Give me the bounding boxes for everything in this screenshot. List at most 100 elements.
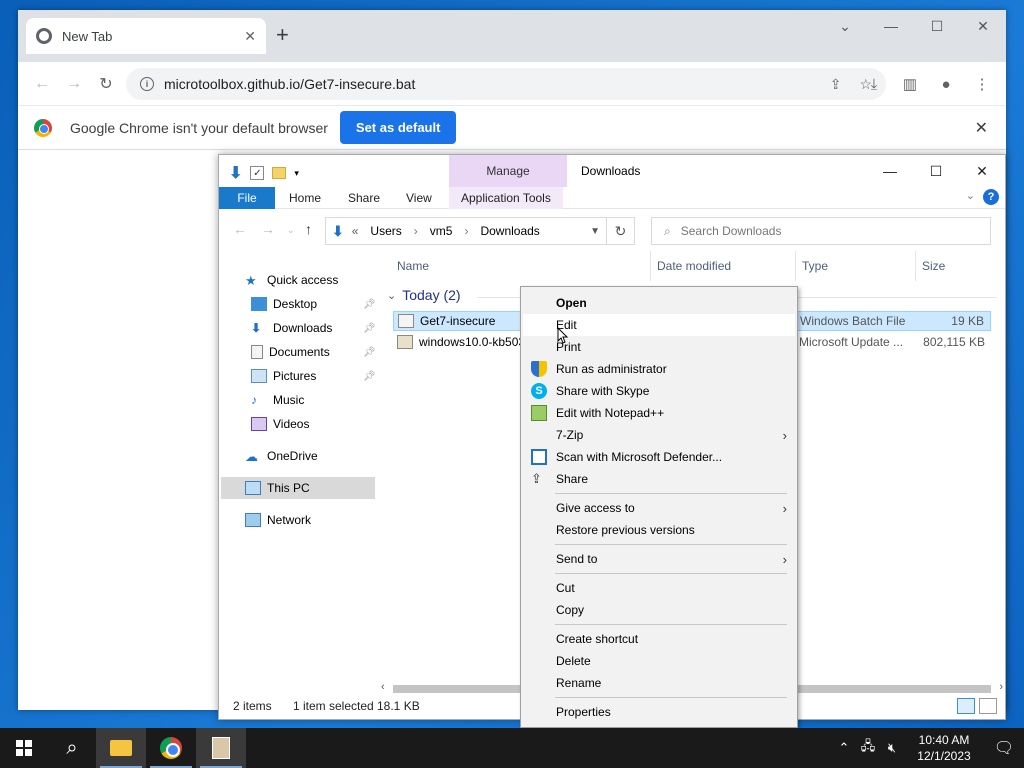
profile-avatar-icon[interactable]: ● bbox=[930, 68, 962, 100]
cloud-icon: ☁ bbox=[245, 449, 258, 464]
explorer-maximize-button[interactable]: ☐ bbox=[913, 155, 959, 187]
menu-create-shortcut[interactable]: Create shortcut bbox=[523, 628, 795, 650]
notifications-icon[interactable]: 🗨︎ bbox=[984, 738, 1024, 758]
column-separator[interactable] bbox=[795, 251, 796, 281]
nav-item-onedrive[interactable]: ☁ OneDrive bbox=[245, 445, 318, 467]
nav-item-downloads[interactable]: ⬇ Downloads 📌︎ bbox=[251, 317, 376, 339]
scroll-left-icon[interactable]: ‹ bbox=[381, 681, 385, 693]
menu-copy[interactable]: Copy bbox=[523, 599, 795, 621]
site-info-icon[interactable]: i bbox=[140, 77, 154, 91]
clock-date: 12/1/2023 bbox=[917, 749, 971, 763]
column-separator[interactable] bbox=[915, 251, 916, 281]
chrome-menu-icon[interactable]: ⋮ bbox=[966, 68, 998, 100]
menu-delete[interactable]: Delete bbox=[523, 650, 795, 672]
nav-item-this-pc[interactable]: This PC bbox=[245, 477, 310, 499]
menu-share[interactable]: ⇪ Share bbox=[523, 468, 795, 490]
network-status-icon[interactable]: 🖧︎ bbox=[856, 737, 880, 759]
breadcrumb-vm5[interactable]: vm5 bbox=[430, 224, 453, 238]
volume-muted-icon[interactable]: 🔇︎ bbox=[880, 740, 904, 756]
column-header-name[interactable]: Name bbox=[397, 259, 429, 273]
nav-item-documents[interactable]: Documents 📌︎ bbox=[251, 341, 376, 363]
new-folder-qat-icon[interactable] bbox=[272, 167, 287, 179]
side-panel-icon[interactable]: ▥ bbox=[894, 68, 926, 100]
forward-button[interactable]: → bbox=[58, 68, 90, 100]
breadcrumb-separator-icon[interactable]: › bbox=[464, 224, 468, 238]
expand-ribbon-chevron-icon[interactable]: ⌄ bbox=[966, 189, 975, 202]
menu-share-with-skype[interactable]: S Share with Skype bbox=[523, 380, 795, 402]
menu-run-as-administrator[interactable]: Run as administrator bbox=[523, 358, 795, 380]
column-header-type[interactable]: Type bbox=[802, 259, 828, 273]
column-separator[interactable] bbox=[650, 251, 651, 281]
menu-properties[interactable]: Properties bbox=[523, 701, 795, 723]
clock[interactable]: 10:40 AM 12/1/2023 bbox=[904, 732, 984, 764]
close-button[interactable]: ✕ bbox=[960, 10, 1006, 42]
breadcrumb-overflow[interactable]: « bbox=[352, 224, 359, 238]
taskbar-chrome[interactable] bbox=[146, 728, 196, 768]
help-icon[interactable]: ? bbox=[983, 189, 999, 205]
tab-search-chevron-icon[interactable]: ⌄ bbox=[822, 10, 868, 42]
explorer-forward-button[interactable]: → bbox=[261, 221, 275, 237]
nav-item-videos[interactable]: Videos bbox=[251, 413, 309, 435]
nav-item-quick-access[interactable]: ★ Quick access bbox=[245, 269, 338, 291]
explorer-close-button[interactable]: ✕ bbox=[959, 155, 1005, 187]
tab-file[interactable]: File bbox=[219, 187, 275, 209]
menu-give-access-to[interactable]: Give access to › bbox=[523, 497, 795, 519]
details-view-icon[interactable] bbox=[957, 698, 975, 714]
breadcrumb-separator-icon[interactable]: › bbox=[414, 224, 418, 238]
tab-share[interactable]: Share bbox=[348, 187, 380, 209]
menu-edit-with-notepadpp[interactable]: Edit with Notepad++ bbox=[523, 402, 795, 424]
recent-locations-chevron-icon[interactable]: ⌄ bbox=[287, 225, 295, 236]
properties-qat-icon[interactable]: ✓ bbox=[250, 166, 265, 180]
explorer-back-button[interactable]: ← bbox=[233, 221, 247, 237]
url-text[interactable]: microtoolbox.github.io/Get7-insecure.bat bbox=[164, 76, 830, 92]
address-dropdown-chevron-icon[interactable]: ▼ bbox=[590, 226, 600, 237]
explorer-address-bar[interactable]: ⬇ « Users › vm5 › Downloads ▼ bbox=[325, 217, 607, 245]
qat-dropdown-icon[interactable]: ▾ bbox=[294, 168, 299, 179]
nav-item-desktop[interactable]: Desktop 📌︎ bbox=[251, 293, 376, 315]
taskbar-file-explorer[interactable] bbox=[96, 728, 146, 768]
downloads-icon[interactable]: ⤓ bbox=[858, 68, 890, 100]
chrome-tab[interactable]: New Tab ✕ bbox=[26, 18, 266, 54]
back-button[interactable]: ← bbox=[26, 68, 58, 100]
column-header-size[interactable]: Size bbox=[922, 259, 945, 273]
infobar-close-icon[interactable]: ✕ bbox=[975, 118, 988, 138]
tab-application-tools[interactable]: Application Tools bbox=[449, 187, 563, 209]
menu-rename[interactable]: Rename bbox=[523, 672, 795, 694]
selection-count: 1 item selected bbox=[293, 699, 374, 713]
nav-item-pictures[interactable]: Pictures 📌︎ bbox=[251, 365, 376, 387]
menu-restore-previous-versions[interactable]: Restore previous versions bbox=[523, 519, 795, 541]
menu-open[interactable]: Open bbox=[523, 292, 795, 314]
minimize-button[interactable]: — bbox=[868, 10, 914, 42]
tab-view[interactable]: View bbox=[406, 187, 432, 209]
group-header-today[interactable]: ⌄ Today (2) bbox=[387, 287, 461, 303]
tab-home[interactable]: Home bbox=[289, 187, 321, 209]
set-as-default-button[interactable]: Set as default bbox=[339, 111, 457, 144]
taskbar-search-icon[interactable]: ⌕ bbox=[48, 728, 96, 768]
menu-cut[interactable]: Cut bbox=[523, 577, 795, 599]
breadcrumb-downloads[interactable]: Downloads bbox=[480, 224, 539, 238]
tab-close-icon[interactable]: ✕ bbox=[244, 28, 256, 45]
reload-button[interactable]: ↻ bbox=[90, 68, 122, 100]
taskbar-archive-app[interactable] bbox=[196, 728, 246, 768]
explorer-minimize-button[interactable]: — bbox=[867, 155, 913, 187]
up-folder-button[interactable]: ↑ bbox=[305, 221, 312, 237]
large-icons-view-icon[interactable] bbox=[979, 698, 997, 714]
menu-7-zip[interactable]: 7-Zip › bbox=[523, 424, 795, 446]
start-button[interactable] bbox=[0, 728, 48, 768]
address-bar[interactable]: i microtoolbox.github.io/Get7-insecure.b… bbox=[126, 68, 886, 100]
pin-icon: 📌︎ bbox=[363, 298, 376, 310]
menu-scan-defender[interactable]: Scan with Microsoft Defender... bbox=[523, 446, 795, 468]
manage-contextual-tab[interactable]: Manage bbox=[449, 155, 567, 187]
nav-item-music[interactable]: ♪ Music bbox=[251, 389, 304, 411]
nav-item-network[interactable]: Network bbox=[245, 509, 311, 531]
share-page-icon[interactable]: ⇪ bbox=[830, 76, 842, 93]
scroll-right-icon[interactable]: › bbox=[999, 681, 1003, 693]
search-downloads-input[interactable]: ⌕ Search Downloads bbox=[651, 217, 991, 245]
refresh-button[interactable]: ↻ bbox=[607, 217, 635, 245]
column-header-date-modified[interactable]: Date modified bbox=[657, 259, 731, 273]
menu-send-to[interactable]: Send to › bbox=[523, 548, 795, 570]
new-tab-button[interactable]: + bbox=[276, 24, 289, 46]
breadcrumb-users[interactable]: Users bbox=[370, 224, 401, 238]
show-hidden-icons-chevron-icon[interactable]: ⌃ bbox=[832, 740, 856, 756]
maximize-button[interactable]: ☐ bbox=[914, 10, 960, 42]
